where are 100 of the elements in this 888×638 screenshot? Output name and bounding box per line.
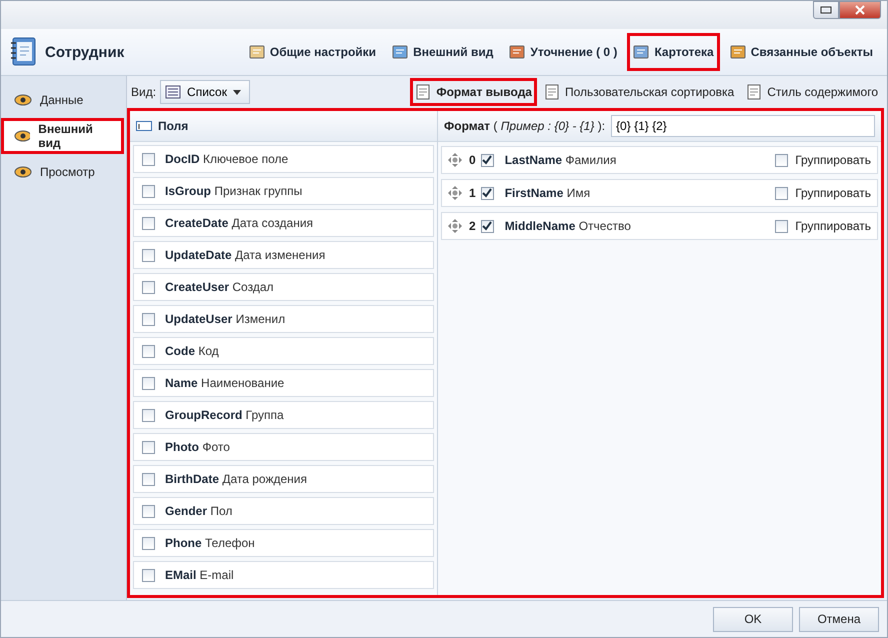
checkbox[interactable]	[775, 154, 788, 166]
checkbox[interactable]	[142, 472, 155, 486]
view-label: Вид:	[131, 85, 156, 99]
sidebar-icon	[14, 128, 30, 144]
field-label: Gender Пол	[165, 504, 232, 518]
checkbox[interactable]	[142, 568, 155, 582]
checkbox[interactable]	[142, 248, 155, 262]
group-label: Группировать	[795, 219, 871, 233]
toolbar-button[interactable]: Связанные объекты	[724, 33, 879, 71]
checkbox[interactable]	[775, 220, 788, 232]
textfield-icon	[136, 120, 152, 132]
toolbar-icon	[509, 44, 526, 60]
field-label: EMail E-mail	[165, 568, 234, 582]
toolbar-button[interactable]: Общие настройки	[242, 33, 382, 71]
dialog-button[interactable]: Отмена	[799, 606, 879, 632]
field-label: Code Код	[165, 344, 219, 358]
field-row[interactable]: UpdateDate Дата изменения	[133, 241, 434, 269]
move-icon[interactable]	[448, 186, 462, 200]
move-icon[interactable]	[448, 153, 462, 167]
field-label: CreateDate Дата создания	[165, 216, 314, 230]
checkbox[interactable]	[480, 186, 494, 200]
subtab[interactable]: Формат вывода	[410, 78, 537, 106]
close-icon	[855, 5, 865, 15]
field-label: DocID Ключевое поле	[165, 152, 288, 166]
toolbar-icon	[730, 44, 746, 60]
field-label: UpdateDate Дата изменения	[165, 248, 326, 262]
checkbox[interactable]	[480, 154, 494, 166]
field-row[interactable]: BirthDate Дата рождения	[133, 465, 434, 493]
subtab[interactable]: Пользовательская сортировка	[538, 78, 740, 106]
field-row[interactable]: Code Код	[133, 337, 434, 365]
checkbox[interactable]	[142, 536, 155, 550]
sidebar-item[interactable]: Данные	[1, 82, 124, 118]
group-label: Группировать	[795, 186, 871, 200]
fields-title: Поля	[158, 119, 188, 133]
sidebar-item[interactable]: Внешний вид	[1, 118, 124, 154]
field-row[interactable]: Name Наименование	[133, 369, 434, 397]
checkbox[interactable]	[142, 440, 155, 454]
order-number: 1	[469, 186, 476, 200]
field-label: FirstName Имя	[504, 186, 590, 200]
window-title: Сотрудник	[45, 44, 126, 60]
field-label: GroupRecord Группа	[165, 408, 284, 422]
format-row[interactable]: 1 FirstName Имя Группировать	[441, 179, 878, 207]
document-icon	[415, 84, 432, 100]
document-icon	[746, 84, 762, 100]
field-row[interactable]: UpdateUser Изменил	[133, 305, 434, 333]
checkbox[interactable]	[142, 152, 155, 166]
restore-icon	[820, 5, 832, 15]
close-button[interactable]	[839, 1, 881, 19]
field-row[interactable]: Photo Фото	[133, 433, 434, 461]
field-label: Phone Телефон	[165, 536, 255, 550]
field-label: MiddleName Отчество	[504, 219, 631, 233]
restore-button[interactable]	[813, 1, 839, 19]
checkbox[interactable]	[775, 186, 788, 200]
checkbox[interactable]	[142, 344, 155, 358]
checkbox[interactable]	[142, 504, 155, 518]
field-label: CreateUser Создал	[165, 280, 274, 294]
field-row[interactable]: EMail E-mail	[133, 561, 434, 589]
format-row[interactable]: 2 MiddleName Отчество Группировать	[441, 212, 878, 240]
field-row[interactable]: Gender Пол	[133, 497, 434, 525]
move-icon[interactable]	[448, 219, 462, 233]
dialog-button[interactable]: OK	[713, 606, 793, 632]
toolbar-icon	[633, 44, 650, 60]
format-label: Формат ( Пример : {0} - {1} ):	[444, 119, 606, 133]
sidebar-icon	[14, 92, 32, 108]
list-icon	[165, 85, 182, 99]
checkbox[interactable]	[142, 216, 155, 230]
field-row[interactable]: CreateDate Дата создания	[133, 209, 434, 237]
field-row[interactable]: DocID Ключевое поле	[133, 145, 434, 173]
format-row[interactable]: 0 LastName Фамилия Группировать	[441, 146, 878, 174]
field-row[interactable]: CreateUser Создал	[133, 273, 434, 301]
field-label: BirthDate Дата рождения	[165, 472, 307, 486]
field-label: UpdateUser Изменил	[165, 312, 286, 326]
field-label: Name Наименование	[165, 376, 284, 390]
toolbar-icon	[248, 44, 265, 60]
document-icon	[544, 84, 560, 100]
format-input[interactable]: {0} {1} {2}	[611, 115, 875, 137]
toolbar-icon	[392, 44, 408, 60]
sidebar-item[interactable]: Просмотр	[1, 154, 124, 190]
field-row[interactable]: Phone Телефон	[133, 529, 434, 557]
field-row[interactable]: GroupRecord Группа	[133, 401, 434, 429]
view-dropdown[interactable]: Список	[160, 80, 250, 104]
toolbar-button[interactable]: Уточнение ( 0 )	[503, 33, 624, 71]
checkbox[interactable]	[142, 280, 155, 294]
order-number: 2	[469, 219, 476, 233]
group-label: Группировать	[795, 153, 871, 167]
checkbox[interactable]	[142, 184, 155, 198]
checkbox[interactable]	[142, 312, 155, 326]
sidebar-icon	[14, 164, 32, 180]
notebook-icon	[9, 37, 37, 67]
subtab[interactable]: Стиль содержимого	[741, 78, 883, 106]
checkbox[interactable]	[142, 408, 155, 422]
field-row[interactable]: IsGroup Признак группы	[133, 177, 434, 205]
toolbar-button[interactable]: Внешний вид	[386, 33, 500, 71]
field-label: LastName Фамилия	[504, 153, 616, 167]
field-label: Photo Фото	[165, 440, 230, 454]
checkbox[interactable]	[142, 376, 155, 390]
toolbar-button[interactable]: Картотека	[627, 33, 720, 71]
caret-icon	[232, 90, 241, 94]
checkbox[interactable]	[480, 220, 494, 232]
order-number: 0	[469, 153, 476, 167]
